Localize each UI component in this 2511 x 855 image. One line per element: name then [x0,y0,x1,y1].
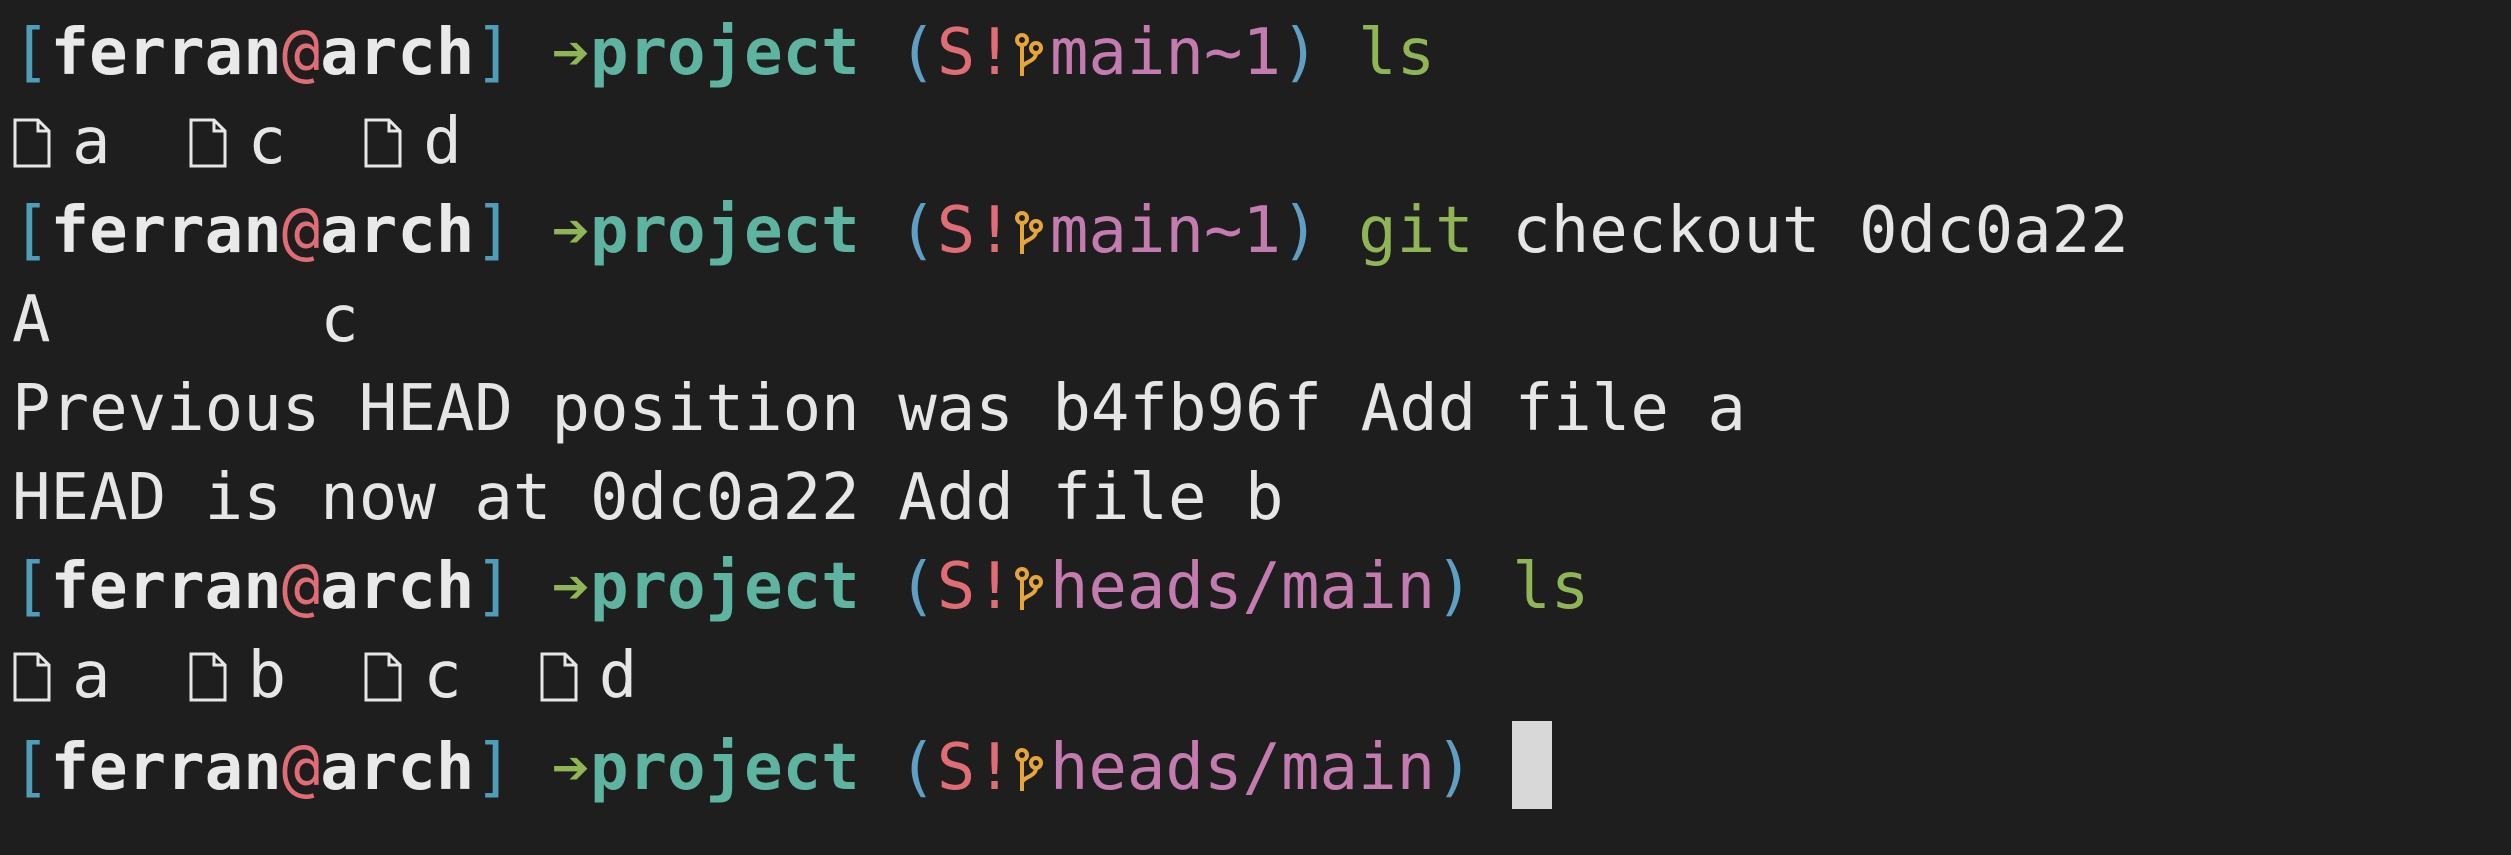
prompt-bracket-close: ] [474,194,513,268]
output-line: HEAD is now at 0dc0a22 Add file b [12,454,2511,543]
file-icon [363,117,403,169]
prompt-line: [ferran@arch] ➔project (S! heads/main) ls [12,543,2511,632]
file-entry: d [363,98,462,187]
git-paren-close: ) [1435,731,1474,805]
prompt-line: [ferran@arch] ➔project (S! heads/main) [12,721,2511,810]
prompt-bracket-close: ] [474,731,513,805]
file-icon [12,651,52,703]
file-icon [12,117,52,169]
prompt-host: arch [320,194,475,268]
git-branch: heads/main [1049,550,1436,624]
output-text: Previous HEAD position was b4fb96f Add f… [12,372,1746,446]
ls-output: a b c d [12,632,2511,721]
git-branch-icon [1014,731,1050,805]
git-paren-open: ( [898,16,937,90]
file-entry: a [12,632,111,721]
prompt-at: @ [281,16,321,90]
file-entry: a [12,98,111,187]
file-entry: c [188,98,287,187]
git-paren-open: ( [898,194,937,268]
file-icon [363,651,403,703]
command-args: checkout 0dc0a22 [1512,194,2129,268]
file-name: c [247,105,287,179]
prompt-user: ferran [50,16,282,90]
prompt-arrow-icon: ➔ [551,550,590,624]
file-name: a [72,105,111,179]
prompt-bracket-open: [ [12,731,51,805]
prompt-user: ferran [50,194,282,268]
git-branch: heads/main [1049,731,1436,805]
git-paren-open: ( [898,550,937,624]
command: git [1358,194,1474,268]
output-line: Previous HEAD position was b4fb96f Add f… [12,365,2511,454]
git-branch-icon [1014,194,1050,268]
file-name: d [598,639,638,713]
prompt-line: [ferran@arch] ➔project (S! main~1) ls [12,9,2511,98]
file-name: c [423,639,462,713]
prompt-bracket-close: ] [474,550,513,624]
file-entry: c [363,632,462,721]
prompt-host: arch [320,550,475,624]
prompt-user: ferran [50,731,282,805]
prompt-line: [ferran@arch] ➔project (S! main~1) git ch… [12,187,2511,276]
file-entry: b [188,632,287,721]
git-status: S! [936,16,1014,90]
prompt-directory: project [589,194,860,268]
file-name: b [247,639,287,713]
prompt-bracket-open: [ [12,550,51,624]
terminal-window[interactable]: [ferran@arch] ➔project (S! main~1) ls a c … [0,0,2511,855]
git-paren-open: ( [898,731,937,805]
prompt-at: @ [281,194,321,268]
prompt-host: arch [320,16,475,90]
prompt-bracket-open: [ [12,16,51,90]
git-branch-icon [1014,550,1050,624]
prompt-arrow-icon: ➔ [551,194,590,268]
ls-output: a c d [12,98,2511,187]
text-cursor[interactable] [1512,721,1553,809]
prompt-bracket-open: [ [12,194,51,268]
command: ls [1512,550,1590,624]
output-line: A c [12,276,2511,365]
output-text: A c [12,283,359,357]
file-entry: d [539,632,638,721]
prompt-directory: project [589,550,860,624]
output-text: HEAD is now at 0dc0a22 Add file b [12,461,1284,535]
git-branch: main~1 [1049,194,1281,268]
file-name: a [72,639,111,713]
file-icon [188,117,228,169]
git-status: S! [936,731,1014,805]
prompt-bracket-close: ] [474,16,513,90]
file-icon [539,651,579,703]
prompt-at: @ [281,731,321,805]
git-branch: main~1 [1049,16,1281,90]
command: ls [1358,16,1436,90]
prompt-at: @ [281,550,321,624]
file-icon [188,651,228,703]
git-status: S! [936,550,1014,624]
prompt-user: ferran [50,550,282,624]
git-paren-close: ) [1281,16,1320,90]
prompt-arrow-icon: ➔ [551,731,590,805]
git-status: S! [936,194,1014,268]
git-branch-icon [1014,16,1050,90]
prompt-arrow-icon: ➔ [551,16,590,90]
git-paren-close: ) [1435,550,1474,624]
git-paren-close: ) [1281,194,1320,268]
prompt-directory: project [589,16,860,90]
prompt-host: arch [320,731,475,805]
prompt-directory: project [589,731,860,805]
file-name: d [423,105,462,179]
